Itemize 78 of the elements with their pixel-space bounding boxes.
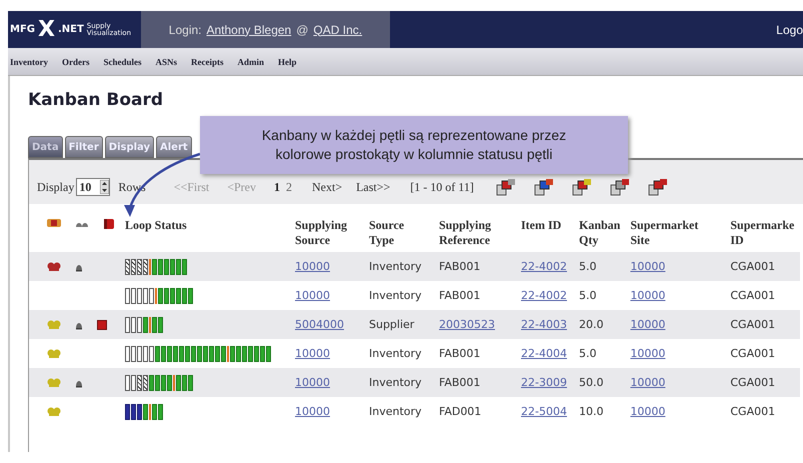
page-link[interactable]: 1 xyxy=(274,180,280,194)
column-header[interactable]: Kanban Qty xyxy=(575,214,626,252)
table-cell: FAB001 xyxy=(439,347,480,360)
table-cell: FAB001 xyxy=(439,376,480,389)
card-icon xyxy=(47,218,61,228)
loop-status-bar xyxy=(125,404,163,420)
last-link[interactable]: Last>> xyxy=(356,180,390,194)
site-link[interactable]: 10000 xyxy=(630,376,666,389)
table-cell: 50.0 xyxy=(579,376,604,389)
site-link[interactable]: 10000 xyxy=(630,405,666,418)
company-link[interactable]: QAD Inc. xyxy=(313,22,362,36)
source-link[interactable]: 10000 xyxy=(295,347,330,360)
rows-select[interactable]: 10 xyxy=(76,178,110,196)
table-cell: CGA001 xyxy=(730,405,776,418)
menu-item[interactable]: Orders xyxy=(62,56,90,66)
logout-link[interactable]: Logo xyxy=(776,22,803,36)
kanban-cards-icon[interactable] xyxy=(534,178,554,196)
table-cell: 5.0 xyxy=(579,260,596,273)
table-cell: 5.0 xyxy=(579,347,596,360)
page-link[interactable]: 2 xyxy=(286,180,292,194)
page-title: Kanban Board xyxy=(27,89,164,112)
table-cell: Inventory xyxy=(369,405,422,418)
table-cell: FAB001 xyxy=(439,289,480,302)
kanban-cards-icon[interactable] xyxy=(648,178,668,196)
menu-item[interactable]: Inventory xyxy=(10,56,48,66)
site-link[interactable]: 10000 xyxy=(630,260,666,273)
kanban-cards-icon[interactable] xyxy=(572,178,592,196)
loop-status-bar xyxy=(125,374,193,390)
user-link[interactable]: Anthony Blegen xyxy=(206,22,292,36)
menu-item[interactable]: Receipts xyxy=(191,56,224,66)
menu-item[interactable]: Help xyxy=(278,56,297,66)
record-range: [1 - 10 of 11] xyxy=(410,180,474,194)
at-sign: @ xyxy=(296,22,308,36)
table-cell: 20.0 xyxy=(579,318,604,331)
table-cell: Inventory xyxy=(369,260,422,273)
table-cell: Inventory xyxy=(369,347,422,360)
site-link[interactable]: 10000 xyxy=(630,289,666,302)
site-link[interactable]: 10000 xyxy=(630,347,666,360)
column-header[interactable]: Supermarke ID xyxy=(726,214,800,252)
table-cell: Inventory xyxy=(369,289,422,302)
table-cell: CGA001 xyxy=(730,289,776,302)
callout-text: Kanbany w każdej pętli są reprezentowane przez xyxy=(262,126,566,145)
menu-item[interactable]: ASNs xyxy=(156,56,178,66)
column-header[interactable]: Supermarket Site xyxy=(626,214,726,252)
column-header[interactable]: Supplying Reference xyxy=(435,214,517,252)
table-cell: CGA001 xyxy=(730,260,776,273)
menu-item[interactable]: Admin xyxy=(238,56,264,66)
login-label: Login: xyxy=(168,22,202,36)
table-cell: 10.0 xyxy=(579,405,604,418)
loop-status-bar xyxy=(125,316,163,332)
column-header[interactable]: Supplying Source xyxy=(291,214,365,252)
source-link[interactable]: 10000 xyxy=(295,405,330,418)
item-link[interactable]: 22-4002 xyxy=(521,289,567,302)
kanban-cards-icon[interactable] xyxy=(610,178,630,196)
site-link[interactable]: 10000 xyxy=(630,318,666,331)
next-link[interactable]: Next> xyxy=(312,180,342,194)
table-cell: CGA001 xyxy=(730,347,776,360)
item-link[interactable]: 22-4004 xyxy=(521,347,567,360)
table-cell: Inventory xyxy=(369,376,422,389)
item-link[interactable]: 22-5004 xyxy=(521,405,567,418)
source-link[interactable]: 10000 xyxy=(295,289,330,302)
column-header[interactable]: Loop Status xyxy=(121,214,291,252)
column-header[interactable]: Item ID xyxy=(517,214,575,252)
kanban-cards-icon[interactable] xyxy=(496,178,516,196)
table-cell: CGA001 xyxy=(730,318,776,331)
display-label: Display xyxy=(37,180,74,194)
book-icon xyxy=(103,218,115,230)
table-cell: 5.0 xyxy=(579,289,596,302)
column-header[interactable]: Source Type xyxy=(365,214,435,252)
spinner-icon[interactable] xyxy=(100,180,110,194)
menu-item[interactable]: Schedules xyxy=(104,56,142,66)
table-cell: Supplier xyxy=(369,318,414,331)
loop-status-bar xyxy=(125,258,187,274)
callout-text: kolorowe prostokąty w kolumnie statusu pętli xyxy=(275,145,553,164)
loop-status-bar xyxy=(125,288,193,304)
table-cell: CGA001 xyxy=(730,376,776,389)
table-cell: FAB001 xyxy=(439,260,480,273)
table-cell: FAD001 xyxy=(439,405,482,418)
